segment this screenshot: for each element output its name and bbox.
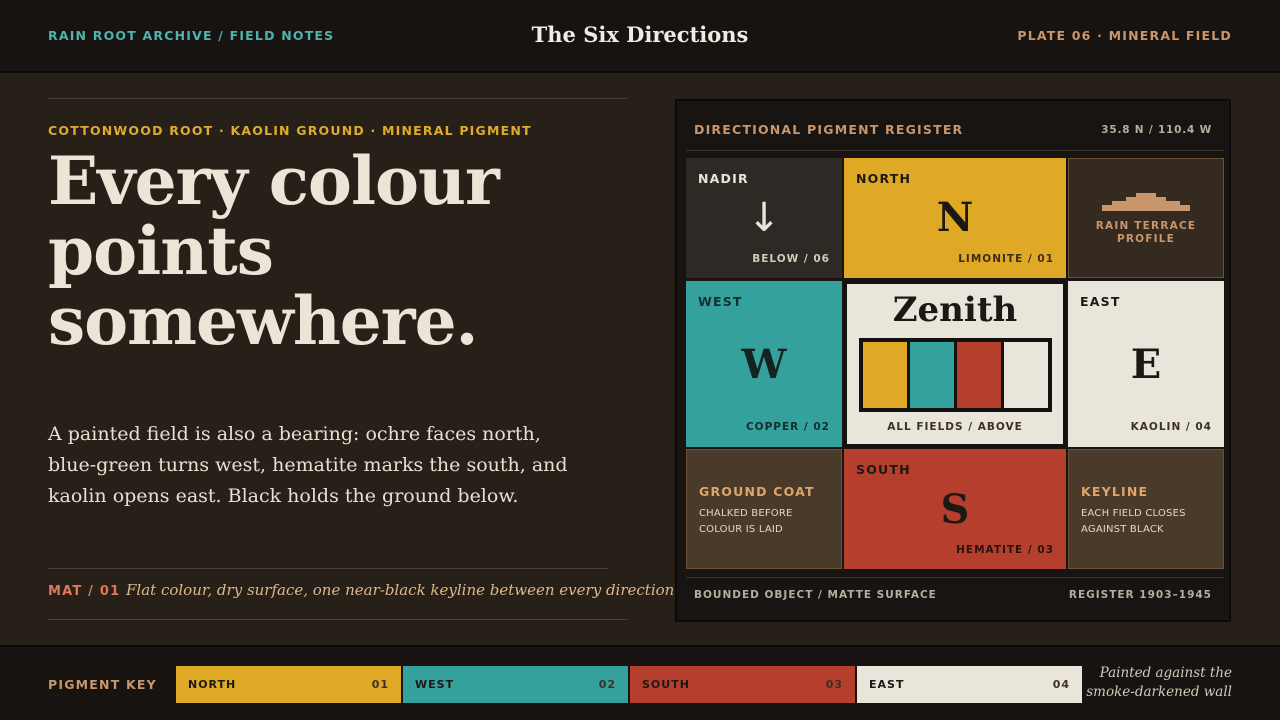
west-cell[interactable]: WEST W COPPER / 02	[686, 281, 842, 447]
headline: Every colour points somewhere.	[48, 146, 648, 356]
zenith-note: ALL FIELDS / ABOVE	[887, 421, 1023, 433]
north-label: NORTH	[856, 171, 912, 186]
north-cell[interactable]: NORTH N LIMONITE / 01	[844, 158, 1066, 278]
stepped-terrace-icon	[1102, 193, 1190, 211]
south-letter: S	[940, 486, 970, 533]
down-arrow-icon: ↓	[747, 195, 781, 241]
zenith-swatch-ochre	[863, 342, 907, 408]
south-cell[interactable]: SOUTH S HEMATITE / 03	[844, 449, 1066, 569]
divider	[686, 150, 1224, 151]
swatch-name: EAST	[869, 678, 905, 691]
keyline-cell[interactable]: KEYLINE EACH FIELD CLOSES AGAINST BLACK	[1068, 449, 1224, 569]
register-title: DIRECTIONAL PIGMENT REGISTER	[694, 122, 964, 137]
nadir-label: NADIR	[698, 171, 749, 186]
swatch-number: 03	[825, 678, 843, 691]
pigment-register: DIRECTIONAL PIGMENT REGISTER 35.8 N / 11…	[675, 99, 1231, 622]
zenith-swatch-strip	[859, 338, 1052, 412]
swatch-number: 02	[598, 678, 616, 691]
zenith-title: Zenith	[892, 290, 1018, 330]
west-note: COPPER / 02	[745, 421, 830, 433]
zenith-swatch-kaolin	[1004, 342, 1048, 408]
south-label: SOUTH	[856, 462, 911, 477]
keyline-title: KEYLINE	[1081, 484, 1149, 499]
east-note: KAOLIN / 04	[1130, 421, 1212, 433]
north-letter: N	[936, 194, 974, 241]
register-footer-right: REGISTER 1903–1945	[1068, 589, 1212, 601]
headline-line: somewhere.	[48, 282, 479, 360]
swatch-number: 01	[371, 678, 389, 691]
ground-coat-title: GROUND COAT	[699, 484, 815, 499]
page-header: RAIN ROOT ARCHIVE / FIELD NOTES The Six …	[0, 0, 1280, 73]
terrace-label: RAIN TERRACE PROFILE	[1095, 220, 1197, 245]
ground-coat-text: CHALKED BEFORE COLOUR IS LAID	[699, 508, 793, 535]
divider	[48, 568, 608, 569]
headline-line: points	[48, 212, 274, 290]
south-note: HEMATITE / 03	[956, 544, 1054, 556]
east-label: EAST	[1080, 294, 1121, 309]
swatch-name: SOUTH	[642, 678, 690, 691]
swatch-north[interactable]: NORTH 01	[176, 666, 401, 703]
mat-text: Flat colour, dry surface, one near-black…	[126, 581, 680, 599]
swatch-south[interactable]: SOUTH 03	[630, 666, 855, 703]
swatch-name: WEST	[415, 678, 455, 691]
divider	[48, 619, 627, 620]
west-letter: W	[741, 341, 787, 388]
plate-label: PLATE 06 · MINERAL FIELD	[1017, 28, 1232, 43]
zenith-cell[interactable]: Zenith ALL FIELDS / ABOVE	[844, 281, 1066, 447]
swatch-west[interactable]: WEST 02	[403, 666, 628, 703]
ground-coat-cell[interactable]: GROUND COAT CHALKED BEFORE COLOUR IS LAI…	[686, 449, 842, 569]
kicker: COTTONWOOD ROOT · KAOLIN GROUND · MINERA…	[48, 123, 532, 138]
mat-label: MAT / 01	[48, 584, 121, 599]
swatch-number: 04	[1052, 678, 1070, 691]
register-footer-left: BOUNDED OBJECT / MATTE SURFACE	[694, 589, 937, 601]
terrace-cell[interactable]: RAIN TERRACE PROFILE	[1068, 158, 1224, 278]
pigment-key-footer: PIGMENT KEY NORTH 01 WEST 02 SOUTH 03 EA…	[0, 645, 1280, 720]
nadir-cell[interactable]: NADIR ↓ BELOW / 06	[686, 158, 842, 278]
zenith-swatch-copper	[910, 342, 954, 408]
swatch-east[interactable]: EAST 04	[857, 666, 1082, 703]
pigment-key-label: PIGMENT KEY	[48, 677, 157, 692]
swatch-name: NORTH	[188, 678, 237, 691]
west-label: WEST	[698, 294, 743, 309]
register-coordinates: 35.8 N / 110.4 W	[1101, 124, 1212, 136]
divider	[686, 577, 1224, 578]
intro-paragraph: A painted field is also a bearing: ochre…	[48, 423, 568, 507]
east-letter: E	[1130, 341, 1162, 388]
headline-line: Every colour	[48, 142, 500, 220]
nadir-note: BELOW / 06	[752, 253, 830, 265]
footer-note: Painted against the smoke-darkened wall	[1086, 665, 1232, 700]
keyline-text: EACH FIELD CLOSES AGAINST BLACK	[1081, 508, 1186, 535]
divider	[48, 98, 627, 99]
north-note: LIMONITE / 01	[958, 253, 1054, 265]
zenith-swatch-hematite	[957, 342, 1001, 408]
east-cell[interactable]: EAST E KAOLIN / 04	[1068, 281, 1224, 447]
